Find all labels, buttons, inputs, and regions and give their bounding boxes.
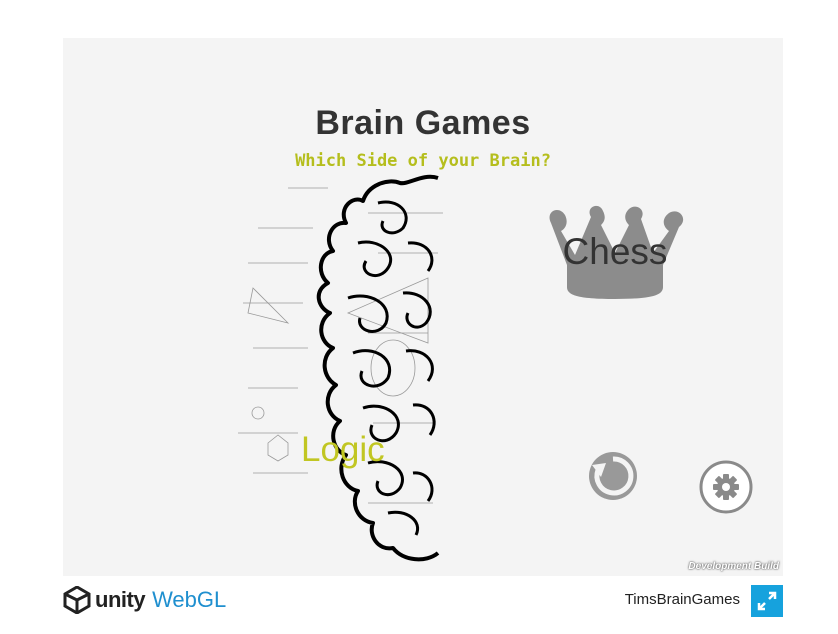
- development-build-label: Development Build: [688, 561, 779, 572]
- restart-icon: [589, 452, 637, 500]
- webgl-text: WebGL: [152, 587, 227, 612]
- game-title: Brain Games: [315, 104, 531, 142]
- fullscreen-button[interactable]: [751, 585, 783, 617]
- brain-logic-button[interactable]: [228, 173, 458, 568]
- chess-label: Chess: [562, 231, 668, 272]
- unity-cube-icon: [63, 586, 91, 614]
- fullscreen-icon: [757, 591, 777, 611]
- brain-folds: [347, 200, 436, 536]
- game-subtitle: Which Side of your Brain?: [295, 151, 551, 171]
- unity-webgl-logo: unity WebGL: [63, 586, 226, 614]
- chess-button[interactable]: Chess: [541, 203, 689, 301]
- game-canvas[interactable]: Brain Games Which Side of your Brain? Lo…: [63, 38, 783, 576]
- gear-icon: [699, 460, 753, 514]
- webgl-footer: unity WebGL TimsBrainGames: [63, 577, 783, 621]
- restart-button[interactable]: [588, 451, 638, 501]
- logic-label: Logic: [301, 430, 385, 469]
- brain-outline: [316, 174, 440, 562]
- settings-button[interactable]: [699, 460, 753, 514]
- unity-text: unity: [95, 587, 146, 612]
- product-name: TimsBrainGames: [624, 591, 740, 608]
